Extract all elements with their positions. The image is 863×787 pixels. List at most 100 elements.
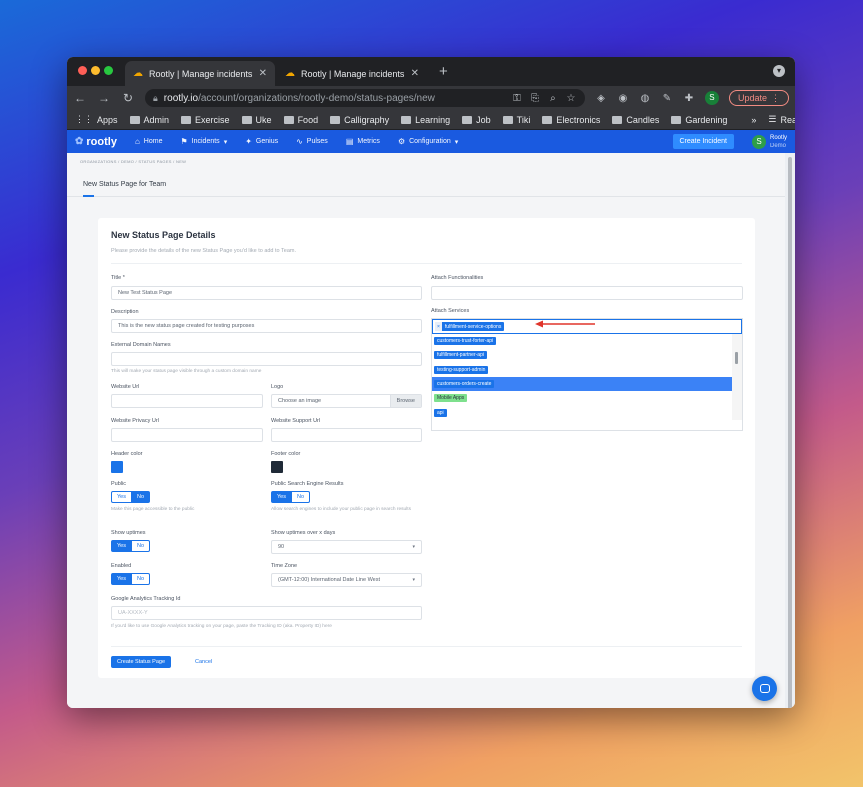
description-input[interactable]: This is the new status page created for … — [111, 319, 422, 333]
show-uptimes-toggle: Yes No — [111, 540, 151, 552]
uptimes-yes-button[interactable]: Yes — [111, 540, 132, 552]
logo-file-input[interactable]: Choose an image Browse — [271, 394, 422, 408]
list-item[interactable]: fulfillment-partner-api — [432, 348, 732, 362]
search-no-button[interactable]: No — [291, 491, 311, 503]
list-item[interactable]: testing-support-admin — [432, 363, 732, 377]
ga-input[interactable]: UA-XXXX-Y — [111, 606, 422, 620]
remove-chip-icon[interactable]: × — [435, 322, 442, 331]
page-scrollbar[interactable] — [785, 153, 795, 708]
public-no-button[interactable]: No — [131, 491, 151, 503]
external-domain-label: External Domain Names — [111, 342, 171, 348]
list-item[interactable]: api — [432, 405, 732, 419]
chevron-down-icon: ▾ — [412, 544, 415, 550]
tab-search-icon[interactable]: ▾ — [773, 65, 785, 77]
form-card: New Status Page Details Please provide t… — [98, 218, 755, 678]
browser-tab[interactable]: ☁ Rootly | Manage incidents dire ✕ — [277, 61, 427, 86]
bookmark-star-icon[interactable]: ☆ — [565, 93, 577, 104]
bookmark-food[interactable]: Food — [283, 115, 318, 125]
form-subtitle: Please provide the details of the new St… — [111, 248, 297, 254]
key-icon[interactable]: ⚿ — [511, 93, 523, 104]
chrome-extension-icon[interactable]: ◍ — [639, 93, 651, 104]
list-item[interactable]: customers-trust-forter-api — [432, 334, 732, 348]
bookmarks-overflow[interactable]: » — [751, 115, 756, 125]
title-input[interactable]: New Test Status Page — [111, 286, 422, 300]
address-bar[interactable]: 🔒︎ rootly.io/account/organizations/rootl… — [145, 89, 585, 107]
public-yes-button[interactable]: Yes — [111, 491, 132, 503]
puzzle-icon[interactable]: ✚ — [683, 93, 695, 104]
close-icon[interactable]: ✕ — [411, 68, 419, 79]
page-scroll-thumb[interactable] — [788, 157, 792, 708]
chat-icon — [759, 684, 770, 693]
reading-list[interactable]: ☰Reading List — [768, 114, 795, 125]
bookmark-admin[interactable]: Admin — [129, 115, 169, 125]
incidents-icon: ⚑ — [180, 137, 188, 146]
timezone-select[interactable]: (GMT-12:00) International Date Line West… — [271, 573, 422, 587]
bookmark-apps[interactable]: ⋮⋮ Apps — [75, 114, 118, 125]
cancel-button[interactable]: Cancel — [195, 656, 212, 668]
external-domain-input[interactable] — [111, 352, 422, 366]
bookmark-learning[interactable]: Learning — [401, 115, 450, 125]
bookmark-calligraphy[interactable]: Calligraphy — [330, 115, 389, 125]
uptimes-no-button[interactable]: No — [131, 540, 151, 552]
tab-new-status-page[interactable]: New Status Page for Team — [83, 181, 166, 188]
dropdown-scroll-thumb[interactable] — [735, 352, 738, 364]
close-window-button[interactable] — [78, 66, 87, 75]
bookmark-gardening[interactable]: Gardening — [671, 115, 727, 125]
forward-icon[interactable]: → — [97, 91, 111, 105]
dropdown-scrollbar[interactable] — [732, 334, 742, 420]
breadcrumb[interactable]: ORGANIZATIONS / DEMO / STATUS PAGES / NE… — [80, 159, 186, 164]
create-incident-button[interactable]: Create Incident — [672, 134, 734, 149]
folder-icon — [241, 115, 252, 124]
close-icon[interactable]: ✕ — [259, 68, 267, 79]
shield-extension-icon[interactable]: ◈ — [595, 93, 607, 104]
back-icon[interactable]: ← — [73, 91, 87, 105]
support-url-label: Website Support Url — [271, 418, 321, 424]
dropper-extension-icon[interactable]: ✎ — [661, 93, 673, 104]
bookmark-electronics[interactable]: Electronics — [542, 115, 600, 125]
profile-avatar[interactable]: S — [704, 91, 719, 105]
rootly-logo[interactable]: ✿ rootly — [75, 136, 117, 148]
support-url-input[interactable] — [271, 428, 422, 442]
footer-color-swatch[interactable] — [271, 461, 283, 473]
privacy-url-input[interactable] — [111, 428, 263, 442]
attach-functionalities-input[interactable] — [431, 286, 743, 300]
create-status-page-button[interactable]: Create Status Page — [111, 656, 172, 668]
list-item-highlighted[interactable]: customers-orders-create — [432, 376, 732, 392]
maximize-window-button[interactable] — [104, 66, 113, 75]
nav-metrics[interactable]: ▤ Metrics — [346, 137, 380, 146]
reload-icon[interactable]: ↻ — [121, 91, 135, 105]
bookmark-job[interactable]: Job — [462, 115, 491, 125]
chat-support-button[interactable] — [752, 676, 777, 701]
extension-icon[interactable]: ◉ — [617, 93, 629, 104]
folder-icon — [462, 115, 473, 124]
zoom-icon[interactable]: ⌕ — [547, 93, 559, 104]
bookmark-uke[interactable]: Uke — [241, 115, 272, 125]
bookmark-tiki[interactable]: Tiki — [502, 115, 530, 125]
user-menu[interactable]: S Rootly Demo — [751, 134, 787, 150]
nav-configuration[interactable]: ⚙ Configuration ▾ — [398, 137, 458, 146]
translate-icon[interactable]: ⎘ — [529, 93, 541, 104]
chevron-down-icon: ▾ — [223, 138, 228, 146]
bookmark-candles[interactable]: Candles — [612, 115, 659, 125]
search-yes-button[interactable]: Yes — [271, 491, 292, 503]
nav-incidents[interactable]: ⚑ Incidents ▾ — [180, 137, 227, 146]
nav-genius[interactable]: ✦ Genius — [245, 137, 278, 146]
uptime-days-select[interactable]: 90 ▾ — [271, 540, 422, 554]
browse-button[interactable]: Browse — [389, 395, 421, 407]
website-url-input[interactable] — [111, 394, 263, 408]
update-button[interactable]: Update ⋮ — [728, 90, 789, 106]
attach-services-select[interactable]: × fulfillment-service-options customers-… — [431, 318, 743, 431]
minimize-window-button[interactable] — [91, 66, 100, 75]
browser-tab-active[interactable]: ☁ Rootly | Manage incidents dire ✕ — [125, 61, 275, 86]
nav-pulses[interactable]: ∿ Pulses — [296, 137, 328, 146]
header-color-swatch[interactable] — [111, 461, 123, 473]
bookmark-exercise[interactable]: Exercise — [181, 115, 230, 125]
enabled-yes-button[interactable]: Yes — [111, 573, 132, 585]
nav-home[interactable]: ⌂ Home — [135, 137, 163, 146]
folder-icon — [542, 115, 553, 124]
new-tab-button[interactable]: + — [439, 63, 448, 80]
enabled-toggle: Yes No — [111, 573, 151, 585]
show-uptimes-label: Show uptimes — [111, 530, 146, 536]
attach-services-label: Attach Services — [431, 308, 470, 314]
enabled-no-button[interactable]: No — [131, 573, 151, 585]
